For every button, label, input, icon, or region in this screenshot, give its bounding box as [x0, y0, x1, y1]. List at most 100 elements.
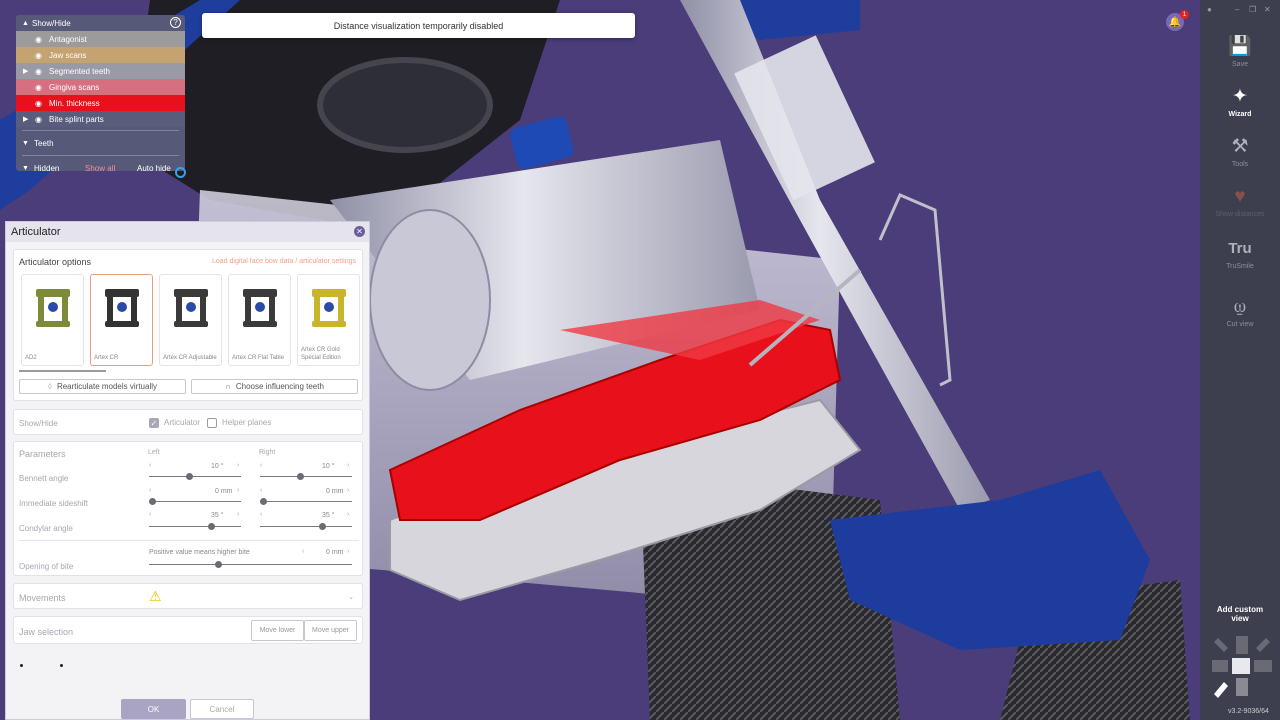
condylar-left-slider[interactable]	[149, 523, 241, 530]
articulator-model-0[interactable]: AD2	[21, 274, 84, 366]
decrease-arrow-icon[interactable]: ‹	[302, 548, 304, 555]
increase-arrow-icon[interactable]: ›	[347, 487, 349, 494]
slider-knob[interactable]	[149, 498, 156, 505]
save-tool[interactable]: 💾 Save	[1200, 36, 1280, 68]
show-all-link[interactable]: Show all	[85, 164, 115, 173]
decrease-arrow-icon[interactable]: ‹	[149, 487, 151, 494]
increase-arrow-icon[interactable]: ›	[237, 462, 239, 469]
articulator-model-3[interactable]: Artex CR Flat Table	[228, 274, 291, 366]
bennett-angle-label: Bennett angle	[19, 474, 69, 483]
show-hide-header[interactable]: ▲ Show/Hide ?	[16, 15, 185, 31]
view-cube-icon[interactable]	[1210, 632, 1274, 700]
bennett-left-slider[interactable]	[149, 473, 241, 480]
divider	[19, 540, 359, 541]
teeth-section[interactable]: ▼ Teeth	[16, 134, 185, 152]
help-icon[interactable]: ?	[170, 17, 181, 28]
trusmile-icon: Tru	[1228, 240, 1252, 257]
condylar-right-slider[interactable]	[260, 523, 352, 530]
bennett-right-slider[interactable]	[260, 473, 352, 480]
choose-influencing-teeth-button[interactable]: ∩ Choose influencing teeth	[191, 379, 358, 394]
eye-icon[interactable]: ◉	[35, 99, 42, 108]
sideshift-right-slider[interactable]	[260, 498, 352, 505]
show-distances-tool[interactable]: ♥ Show distances	[1200, 186, 1280, 218]
articulator-model-icon	[243, 289, 277, 327]
trusmile-label: TruSmile	[1226, 263, 1254, 270]
slider-knob[interactable]	[208, 523, 215, 530]
move-upper-button[interactable]: Move upper	[304, 620, 357, 641]
move-lower-button[interactable]: Move lower	[251, 620, 304, 641]
trusmile-tool[interactable]: Tru TruSmile	[1200, 238, 1280, 270]
show-hide-label: Show/Hide	[19, 419, 58, 428]
articulator-model-4[interactable]: Artex CR Gold Special Edition	[297, 274, 360, 366]
articulator-model-1[interactable]: Artex CR	[90, 274, 153, 366]
opening-value: 0 mm	[326, 549, 344, 556]
show-hide-panel: ▲ Show/Hide ? ◉ Antagonist ◉ Jaw scans ▶ ◉ Seg…	[16, 15, 185, 173]
movements-label: Movements	[19, 593, 66, 603]
increase-arrow-icon[interactable]: ›	[347, 511, 349, 518]
slider-knob[interactable]	[260, 498, 267, 505]
layer-row-3[interactable]: ◉ Gingiva scans	[16, 79, 185, 95]
opening-of-bite-slider[interactable]	[149, 561, 352, 568]
decrease-arrow-icon[interactable]: ‹	[260, 462, 262, 469]
cut-view-label: Cut view	[1226, 321, 1254, 328]
movements-card[interactable]: Movements ⚠ ⌄	[13, 583, 363, 609]
cut-view-tool[interactable]: ⍹ Cut view	[1200, 296, 1280, 328]
wizard-tool[interactable]: ✦ Wizard	[1200, 86, 1280, 118]
layer-row-2[interactable]: ▶ ◉ Segmented teeth	[16, 63, 185, 79]
layer-row-1[interactable]: ◉ Jaw scans	[16, 47, 185, 63]
ok-button[interactable]: OK	[121, 699, 186, 719]
articulator-model-2[interactable]: Artex CR Adjustable	[159, 274, 222, 366]
close-window-icon[interactable]: ✕	[1264, 5, 1271, 14]
articulator-small-icon: ◊	[48, 382, 52, 391]
increase-arrow-icon[interactable]: ›	[237, 511, 239, 518]
layer-row-0[interactable]: ◉ Antagonist	[16, 31, 185, 47]
chevron-right-icon[interactable]: ▶	[23, 115, 28, 123]
tools-tool[interactable]: ⚒ Tools	[1200, 136, 1280, 168]
close-icon[interactable]: ✕	[354, 226, 365, 237]
restore-icon[interactable]: ❐	[1249, 5, 1256, 14]
articulator-model-icon	[105, 289, 139, 327]
hidden-section: ▼ Hidden Show all Auto hide	[16, 159, 185, 177]
layer-label: Bite splint parts	[49, 114, 104, 124]
rearticulate-button[interactable]: ◊ Rearticulate models virtually	[19, 379, 186, 394]
auto-hide-link[interactable]: Auto hide	[137, 164, 171, 173]
carousel-scrollbar[interactable]	[19, 370, 106, 372]
user-icon[interactable]: ●	[1207, 5, 1212, 14]
slider-knob[interactable]	[215, 561, 222, 568]
distance-heart-icon: ♥	[1234, 186, 1246, 207]
minimize-icon[interactable]: –	[1235, 5, 1239, 14]
eye-icon[interactable]: ◉	[35, 83, 42, 92]
chevron-right-icon[interactable]: ▶	[23, 67, 28, 75]
eye-icon[interactable]: ◉	[35, 51, 42, 60]
show-hide-title: Show/Hide	[32, 18, 71, 28]
decrease-arrow-icon[interactable]: ‹	[149, 511, 151, 518]
cut-view-tooth-icon: ⍹	[1234, 296, 1246, 317]
cancel-button[interactable]: Cancel	[190, 699, 254, 719]
slider-knob[interactable]	[319, 523, 326, 530]
eye-icon[interactable]: ◉	[35, 35, 42, 44]
sideshift-left-slider[interactable]	[149, 498, 241, 505]
layer-row-4[interactable]: ◉ Min. thickness	[16, 95, 185, 111]
add-custom-view-button[interactable]: Add custom view	[1208, 605, 1272, 623]
chevron-up-icon: ▲	[22, 19, 29, 27]
status-dot	[20, 664, 23, 667]
load-face-bow-link[interactable]: Load digital face bow data / articulator…	[212, 258, 356, 265]
layer-row-5[interactable]: ▶ ◉ Bite splint parts	[16, 111, 185, 127]
sideshift-left-value: 0 mm	[215, 488, 233, 495]
decrease-arrow-icon[interactable]: ‹	[260, 487, 262, 494]
teeth-label: Teeth	[34, 138, 54, 148]
increase-arrow-icon[interactable]: ›	[347, 462, 349, 469]
helper-planes-checkbox[interactable]	[207, 418, 217, 428]
decrease-arrow-icon[interactable]: ‹	[149, 462, 151, 469]
decrease-arrow-icon[interactable]: ‹	[260, 511, 262, 518]
increase-arrow-icon[interactable]: ›	[347, 548, 349, 555]
increase-arrow-icon[interactable]: ›	[237, 487, 239, 494]
articulator-checkbox[interactable]: ✓	[149, 418, 159, 428]
eye-icon[interactable]: ◉	[35, 115, 42, 124]
articulator-model-label: Artex CR	[94, 355, 119, 361]
slider-knob[interactable]	[186, 473, 193, 480]
articulator-title: Articulator	[11, 226, 61, 238]
slider-knob[interactable]	[297, 473, 304, 480]
layer-label: Gingiva scans	[49, 82, 100, 92]
eye-icon[interactable]: ◉	[35, 67, 42, 76]
